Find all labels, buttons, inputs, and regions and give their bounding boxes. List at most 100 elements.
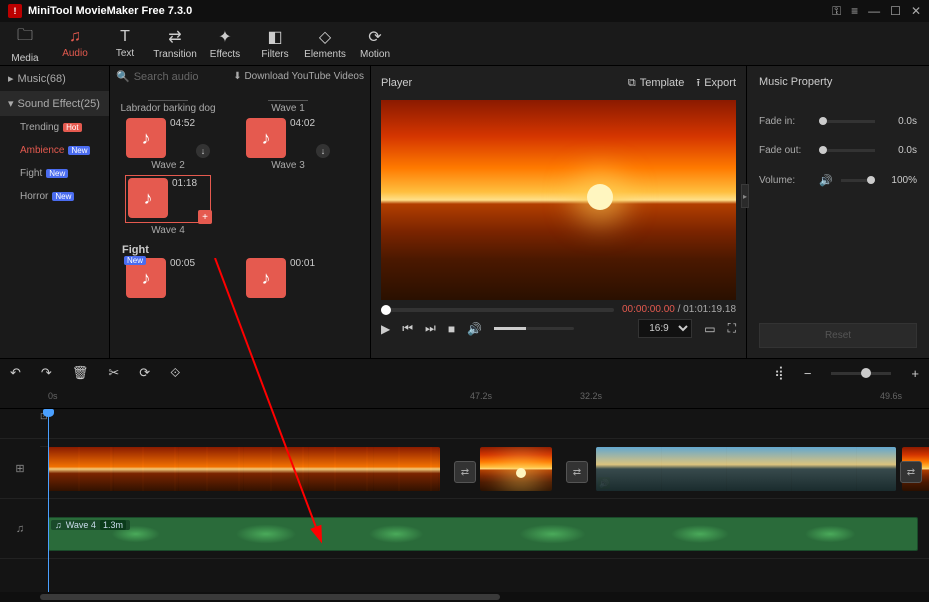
export-button[interactable]: ⭱Export [696,74,736,93]
download-icon: ⬇ [233,71,241,82]
asset-browser: 🔍Search audio ⬇ Download YouTube Videos … [110,66,370,358]
chevron-down-icon: ▾ [8,97,14,110]
asset-item[interactable]: Wave 1 [238,91,338,114]
prev-frame-button[interactable]: ⏮ [402,321,413,336]
redo-button[interactable]: ↷ [41,365,52,381]
play-button[interactable]: ▶ [381,322,390,336]
download-youtube-link[interactable]: ⬇ Download YouTube Videos [233,71,364,82]
video-preview[interactable] [381,100,736,300]
cat-music[interactable]: ▸Music(68) [0,66,109,91]
fadeout-value: 0.0s [883,145,917,156]
cat-sound-effect[interactable]: ▾Sound Effect(25) [0,91,109,116]
crop-button[interactable]: ⟐ [170,365,180,381]
download-button[interactable]: ↓ [196,144,210,158]
template-button[interactable]: ⧉Template [628,77,685,90]
asset-wave2[interactable]: ♪04:52↓ Wave 2 [118,118,218,171]
category-sidebar: ▸Music(68) ▾Sound Effect(25) TrendingHot… [0,66,110,358]
tab-audio[interactable]: ♫Audio [50,28,100,59]
tab-elements[interactable]: ◇Elements [300,27,350,60]
volume-slider[interactable] [841,179,875,182]
clip-audio-icon[interactable]: 🔊 [598,477,610,489]
fullscreen-button[interactable]: ⛶ [728,321,736,336]
audio-clip-wave4[interactable]: ♫Wave 4 1.3m [48,517,918,551]
chevron-right-icon: ▸ [8,72,14,85]
maximize-button[interactable]: ☐ [890,4,901,19]
collapse-panel-button[interactable]: ▸ [741,184,749,208]
add-to-timeline-button[interactable]: + [198,210,212,224]
zoom-out-button[interactable]: − [804,366,812,381]
audio-icon: ♫ [69,28,81,46]
new-badge: New [52,192,74,201]
sub-trending[interactable]: TrendingHot [0,116,109,139]
transition-node[interactable]: ⇄ [454,461,476,483]
volume-icon[interactable]: 🔊 [467,322,482,336]
snapshot-button[interactable]: ▭ [704,322,715,336]
next-frame-button[interactable]: ⏭ [425,321,436,336]
timecode: 00:00:00.00 / 01:01:19.18 [622,304,736,315]
export-icon: ⭱ [696,74,700,93]
asset-wave3[interactable]: ♪04:02↓ Wave 3 [238,118,338,171]
audio-track[interactable]: ♫ ♫Wave 4 1.3m [0,499,929,559]
tab-transition[interactable]: ⇄Transition [150,27,200,60]
scrub-bar[interactable] [381,308,614,312]
asset-item[interactable]: ♪New00:05 [118,258,218,298]
video-clip[interactable] [48,447,440,491]
transition-node[interactable]: ⇄ [566,461,588,483]
close-button[interactable]: ✕ [911,4,921,19]
menu-icon[interactable]: ≡ [851,4,858,19]
time-ruler[interactable]: ⊡ 0s 47.2s 32.2s 49.6s [0,387,929,409]
minimize-button[interactable]: — [868,4,880,19]
asset-wave4-selected[interactable]: ♪01:18+ Wave 4 [118,175,218,236]
volume-slider[interactable] [494,327,574,330]
new-badge: New [46,169,68,178]
preview-player: Player ⧉Template ⭱Export 00:00:00.00 / 0… [370,66,747,358]
tab-motion[interactable]: ⟳Motion [350,27,400,60]
ribbon-tabs: 🗀Media ♫Audio TText ⇄Transition ✦Effects… [0,22,929,66]
asset-item[interactable]: Labrador barking dog [118,91,218,114]
fadein-label: Fade in: [759,116,811,127]
music-icon: ♪ [128,178,168,218]
key-icon[interactable]: ⚿ [832,4,841,19]
video-track[interactable]: ⊞ ⇄ ⇄ 🔊 ⇄ [0,439,929,499]
speed-button[interactable]: ⟳ [139,365,150,381]
asset-item[interactable]: ♪00:01 [238,258,338,298]
reset-button[interactable]: Reset [759,323,917,348]
video-clip[interactable]: 🔊 [596,447,896,491]
video-clip[interactable] [480,447,552,491]
tab-text[interactable]: TText [100,28,150,59]
sub-horror[interactable]: HorrorNew [0,185,109,208]
sub-ambience[interactable]: AmbienceNew [0,139,109,162]
zoom-slider[interactable] [831,372,891,375]
playhead[interactable] [48,409,49,592]
aspect-ratio-select[interactable]: 16:9 [638,319,692,338]
delete-button[interactable]: 🗑 [72,365,89,381]
timeline-scrollbar[interactable] [0,592,929,602]
zoom-in-button[interactable]: + [911,366,919,381]
split-button[interactable]: ✂ [108,365,119,381]
motion-icon: ⟳ [368,27,381,47]
music-icon: ♪ [126,118,166,158]
fadeout-slider[interactable] [819,149,875,152]
tab-effects[interactable]: ✦Effects [200,27,250,60]
elements-icon: ◇ [319,27,331,47]
stop-button[interactable]: ■ [448,322,455,336]
hot-badge: Hot [63,123,81,132]
speaker-icon[interactable]: 🔊 [819,174,833,187]
fadein-slider[interactable] [819,120,875,123]
fadeout-label: Fade out: [759,145,811,156]
player-label: Player [381,77,616,89]
transition-node[interactable]: ⇄ [900,461,922,483]
timeline: ↶ ↷ 🗑 ✂ ⟳ ⟐ ⢾ − + ⊡ 0s 47.2s 32.2s 49.6s… [0,358,929,602]
tab-media[interactable]: 🗀Media [0,24,50,64]
video-track-icon: ⊞ [15,462,24,475]
download-button[interactable]: ↓ [316,144,330,158]
app-title: MiniTool MovieMaker Free 7.3.0 [28,5,832,17]
sub-fight[interactable]: FightNew [0,162,109,185]
audio-mixer-icon[interactable]: ⢾ [774,365,784,381]
tab-filters[interactable]: ◧Filters [250,27,300,60]
undo-button[interactable]: ↶ [10,365,21,381]
search-input[interactable]: 🔍Search audio [116,70,227,83]
filters-icon: ◧ [267,27,282,47]
text-icon: T [120,28,130,46]
panel-header: Music Property [759,76,917,88]
